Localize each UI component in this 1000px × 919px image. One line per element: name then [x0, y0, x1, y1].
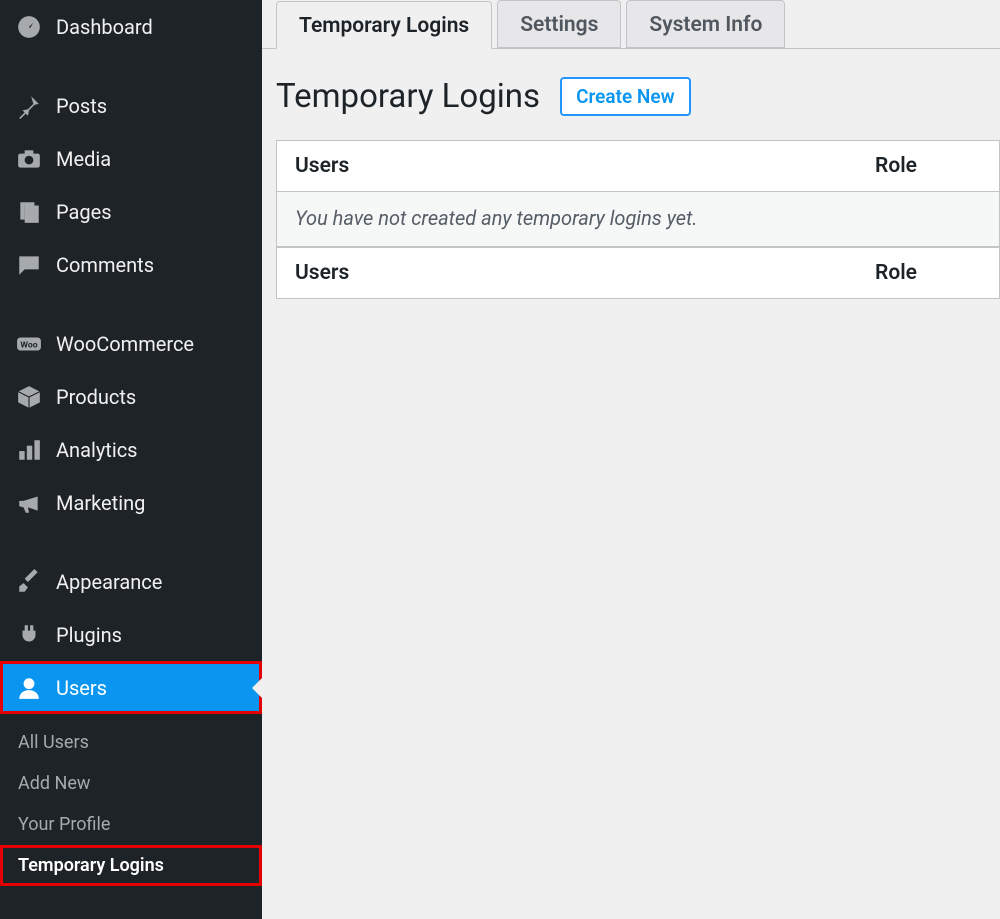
sidebar-item-dashboard[interactable]: Dashboard [0, 0, 262, 53]
admin-sidebar: Dashboard Posts Media Pages Comments Woo… [0, 0, 262, 919]
sidebar-item-media[interactable]: Media [0, 132, 262, 185]
table-col-users: Users [295, 154, 875, 178]
woo-icon: Woo [16, 331, 42, 357]
table-empty-message: You have not created any temporary login… [277, 192, 999, 247]
user-icon [16, 675, 42, 701]
tab-settings[interactable]: Settings [497, 0, 621, 48]
comment-icon [16, 252, 42, 278]
pin-icon [16, 93, 42, 119]
sidebar-item-label: Media [56, 147, 111, 171]
sidebar-item-label: Comments [56, 253, 154, 277]
tab-strip: Temporary Logins Settings System Info [262, 0, 1000, 49]
page-header: Temporary Logins Create New [262, 49, 1000, 140]
camera-icon [16, 146, 42, 172]
logins-table: Users Role You have not created any temp… [276, 140, 1000, 299]
table-col-users-foot: Users [295, 261, 875, 285]
page-title: Temporary Logins [276, 77, 540, 116]
sidebar-item-label: Plugins [56, 623, 122, 647]
sidebar-item-label: Analytics [56, 438, 138, 462]
table-footer: Users Role [277, 247, 999, 298]
dashboard-icon [16, 14, 42, 40]
bars-icon [16, 437, 42, 463]
sidebar-item-users[interactable]: Users [0, 661, 262, 714]
sidebar-item-posts[interactable]: Posts [0, 79, 262, 132]
pages-icon [16, 199, 42, 225]
tab-system-info[interactable]: System Info [626, 0, 785, 48]
sidebar-item-marketing[interactable]: Marketing [0, 476, 262, 529]
sidebar-subitem-add-new[interactable]: Add New [0, 763, 262, 804]
sidebar-item-label: Appearance [56, 570, 162, 594]
table-col-role: Role [875, 154, 981, 178]
sidebar-item-label: WooCommerce [56, 332, 194, 356]
sidebar-item-comments[interactable]: Comments [0, 238, 262, 291]
table-header: Users Role [277, 141, 999, 192]
sidebar-item-label: Posts [56, 94, 107, 118]
create-new-button[interactable]: Create New [560, 77, 691, 116]
sidebar-item-plugins[interactable]: Plugins [0, 608, 262, 661]
box-icon [16, 384, 42, 410]
sidebar-item-label: Dashboard [56, 15, 153, 39]
sidebar-item-pages[interactable]: Pages [0, 185, 262, 238]
plug-icon [16, 622, 42, 648]
table-col-role-foot: Role [875, 261, 981, 285]
sidebar-item-analytics[interactable]: Analytics [0, 423, 262, 476]
tab-temporary-logins[interactable]: Temporary Logins [276, 1, 492, 49]
sidebar-subitem-all-users[interactable]: All Users [0, 714, 262, 763]
sidebar-item-label: Users [56, 676, 107, 700]
sidebar-subitem-temporary-logins[interactable]: Temporary Logins [0, 845, 262, 886]
sidebar-item-products[interactable]: Products [0, 370, 262, 423]
sidebar-subitem-your-profile[interactable]: Your Profile [0, 804, 262, 845]
sidebar-item-woocommerce[interactable]: Woo WooCommerce [0, 317, 262, 370]
main-content: Temporary Logins Settings System Info Te… [262, 0, 1000, 919]
svg-text:Woo: Woo [20, 340, 37, 350]
sidebar-item-appearance[interactable]: Appearance [0, 555, 262, 608]
brush-icon [16, 569, 42, 595]
sidebar-item-label: Marketing [56, 491, 145, 515]
sidebar-item-label: Products [56, 385, 136, 409]
megaphone-icon [16, 490, 42, 516]
sidebar-item-label: Pages [56, 200, 112, 224]
